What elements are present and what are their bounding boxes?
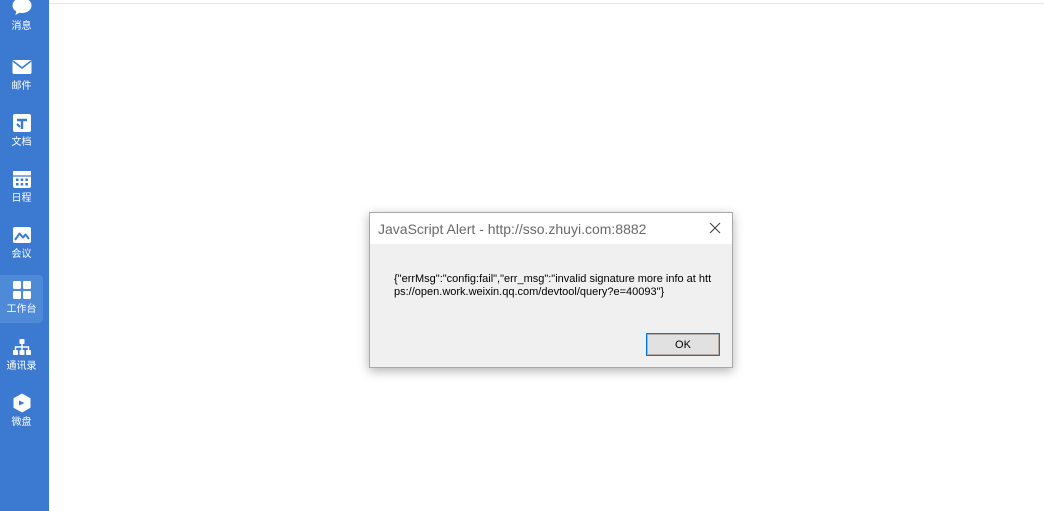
sidebar-item-docs[interactable]: 文档 (0, 112, 43, 158)
mail-icon (11, 56, 33, 78)
sidebar-item-contacts[interactable]: 通讯录 (0, 336, 43, 382)
javascript-alert-dialog: JavaScript Alert - http://sso.zhuyi.com:… (369, 212, 733, 368)
document-icon (11, 112, 33, 134)
sidebar-item-calendar[interactable]: 日程 (0, 168, 43, 214)
sidebar-item-meeting[interactable]: 会议 (0, 224, 43, 270)
sidebar-item-label: 通讯录 (6, 361, 37, 372)
dialog-title: JavaScript Alert - http://sso.zhuyi.com:… (378, 221, 647, 237)
org-chart-icon (11, 336, 33, 358)
ok-button[interactable]: OK (646, 333, 720, 356)
divider (49, 3, 1044, 4)
sidebar-item-label: 日程 (11, 193, 32, 204)
drive-icon (11, 392, 33, 414)
app-window: 消息 邮件 文档 日程 会议 工作台 通讯录 微盘 JavaScript Ale… (0, 0, 1044, 511)
sidebar-item-messages[interactable]: 消息 (0, 0, 43, 46)
chat-bubble-icon (11, 0, 33, 18)
close-icon (709, 222, 721, 234)
sidebar-item-label: 工作台 (6, 304, 37, 315)
sidebar-item-label: 文档 (11, 137, 32, 148)
close-button[interactable] (704, 217, 726, 239)
meeting-icon (11, 224, 33, 246)
calendar-icon (11, 168, 33, 190)
grid-apps-icon (11, 279, 33, 301)
sidebar-item-label: 邮件 (11, 81, 32, 92)
sidebar-item-drive[interactable]: 微盘 (0, 392, 43, 438)
sidebar-item-label: 会议 (11, 249, 32, 260)
sidebar-item-mail[interactable]: 邮件 (0, 56, 43, 102)
dialog-titlebar[interactable]: JavaScript Alert - http://sso.zhuyi.com:… (370, 213, 732, 244)
sidebar-item-label: 微盘 (11, 417, 32, 428)
dialog-message: {"errMsg":"config:fail","err_msg":"inval… (394, 273, 712, 298)
sidebar: 消息 邮件 文档 日程 会议 工作台 通讯录 微盘 (0, 0, 49, 511)
sidebar-item-workbench[interactable]: 工作台 (0, 275, 43, 323)
sidebar-item-label: 消息 (11, 21, 32, 32)
